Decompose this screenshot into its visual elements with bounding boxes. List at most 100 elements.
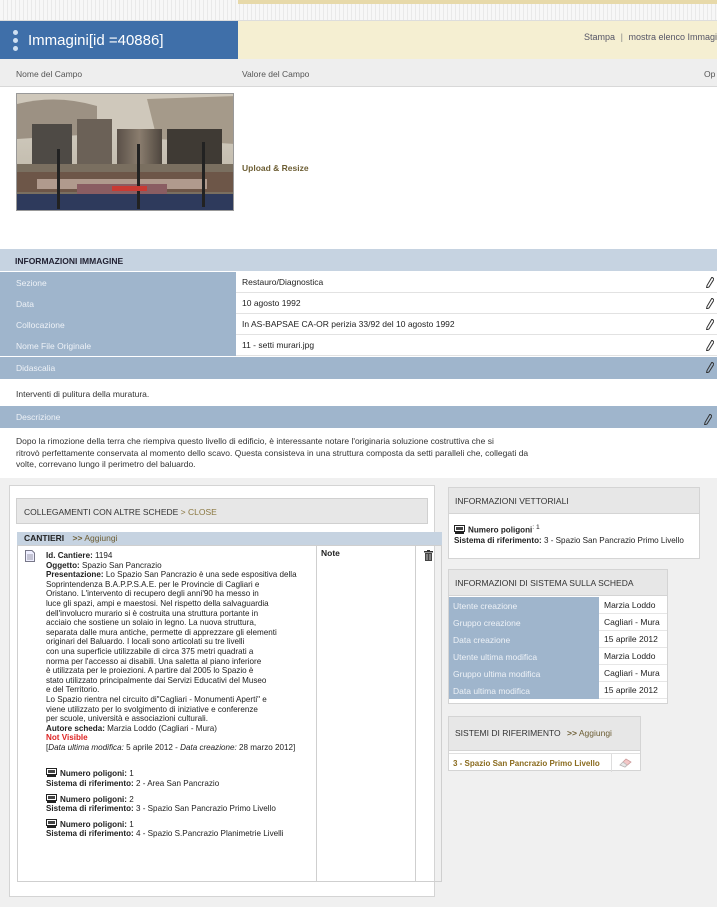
presentazione-line: Lo Spazio rientra nel circuito di"Caglia… bbox=[46, 694, 267, 704]
system-value: Marzia Loddo bbox=[604, 651, 656, 661]
visibility-status: Not Visible bbox=[46, 733, 88, 743]
reference-system-link[interactable]: 3 - Spazio San Pancrazio Primo Livello bbox=[453, 759, 600, 768]
system-info-panel: INFORMAZIONI DI SISTEMA SULLA SCHEDA Ute… bbox=[448, 569, 668, 704]
image-thumbnail[interactable] bbox=[16, 93, 234, 211]
show-list-link[interactable]: mostra elenco Immagi bbox=[628, 32, 717, 42]
vector-ref: 3 - Spazio San Pancrazio Primo Livello bbox=[543, 535, 684, 545]
close-link[interactable]: CLOSE bbox=[188, 507, 217, 517]
descrizione-text: Dopo la rimozione della terra che riempi… bbox=[16, 436, 556, 471]
polygon-icon bbox=[46, 793, 57, 803]
system-row: Data ultima modifica 15 aprile 2012 bbox=[449, 682, 667, 699]
system-row: Utente creazione Marzia Loddo bbox=[449, 597, 667, 614]
oggetto-label: Oggetto: bbox=[46, 560, 80, 570]
menu-dots-icon[interactable] bbox=[13, 27, 19, 54]
info-value: 11 - setti murari.jpg bbox=[242, 340, 315, 350]
info-label: Collocazione bbox=[0, 314, 236, 335]
system-label: Data ultima modifica bbox=[449, 682, 599, 699]
presentazione-line: luce gli spazi, ampi e maestosi. Nel ris… bbox=[46, 598, 269, 608]
vector-info-panel: INFORMAZIONI VETTORIALI Numero poligoni:… bbox=[448, 487, 700, 559]
ultima-mod-label: Data ultima modifica: bbox=[48, 742, 124, 752]
links-title: COLLEGAMENTI CON ALTRE SCHEDE bbox=[24, 507, 179, 517]
polygon-count: 1 bbox=[129, 769, 134, 779]
reference-add-link[interactable]: Aggiungi bbox=[579, 728, 612, 738]
info-value: In AS-BAPSAE CA-OR perizia 33/92 del 10 … bbox=[242, 319, 455, 329]
polygon-ref-label: Sistema di riferimento: bbox=[46, 829, 134, 839]
polygon-count: 2 bbox=[129, 794, 134, 804]
presentazione-line: per scuole, università e associazioni cu… bbox=[46, 714, 208, 724]
system-label: Utente ultima modifica bbox=[449, 648, 599, 665]
trash-icon[interactable] bbox=[424, 550, 433, 561]
header-accent bbox=[238, 0, 717, 4]
polygon-count-label: Numero poligoni: bbox=[60, 819, 127, 829]
pencil-icon[interactable] bbox=[706, 277, 714, 288]
cantieri-add-link[interactable]: Aggiungi bbox=[84, 533, 117, 543]
eraser-icon[interactable] bbox=[619, 758, 632, 768]
image-row: Upload & Resize bbox=[0, 87, 717, 248]
presentazione-line: norma per l'accesso ai disabili. Una sal… bbox=[46, 656, 262, 666]
creazione-label: Data creazione: bbox=[180, 742, 237, 752]
system-value: 15 aprile 2012 bbox=[604, 685, 658, 695]
reference-system-item: 3 - Spazio San Pancrazio Primo Livello bbox=[449, 753, 640, 772]
system-label: Gruppo ultima modifica bbox=[449, 665, 599, 682]
pencil-icon[interactable] bbox=[706, 340, 714, 351]
column-field-value: Valore del Campo bbox=[242, 69, 310, 79]
presentazione-line: è utilizzata per le proiezioni. A partir… bbox=[46, 666, 254, 676]
reference-systems-panel: SISTEMI DI RIFERIMENTO >> Aggiungi 3 - S… bbox=[448, 716, 641, 772]
pencil-icon[interactable] bbox=[704, 414, 712, 425]
polygon-icon bbox=[46, 768, 57, 778]
descrizione-label: Descrizione bbox=[0, 406, 717, 428]
info-row-sezione: Sezione Restauro/Diagnostica bbox=[0, 272, 717, 293]
presentazione-line: e del Territorio. bbox=[46, 685, 100, 695]
presentazione-first-line: Lo Spazio San Pancrazio è una sede espos… bbox=[105, 570, 297, 580]
presentazione-line: stato utilizzato principalmente dai Serv… bbox=[46, 675, 267, 685]
pencil-icon[interactable] bbox=[706, 319, 714, 330]
system-value: Marzia Loddo bbox=[604, 600, 656, 610]
action-bar: Stampa | mostra elenco Immagi bbox=[238, 21, 717, 59]
info-value: Restauro/Diagnostica bbox=[242, 277, 324, 287]
links-panel: COLLEGAMENTI CON ALTRE SCHEDE > CLOSE CA… bbox=[9, 485, 442, 897]
polygon-ref: 3 - Spazio San Pancrazio Primo Livello bbox=[135, 804, 276, 814]
column-divider bbox=[415, 546, 416, 881]
pencil-icon[interactable] bbox=[706, 362, 714, 373]
system-value: Cagliari - Mura bbox=[604, 668, 660, 678]
vector-count: : 1 bbox=[532, 524, 540, 531]
creazione-value: 28 marzo 2012 bbox=[239, 742, 294, 752]
didascalia-label: Didascalia bbox=[0, 357, 717, 379]
descrizione-line: volte, correvano lungo il perimetro del … bbox=[16, 459, 196, 469]
note-column-label: Note bbox=[321, 548, 340, 558]
upload-resize-link[interactable]: Upload & Resize bbox=[242, 163, 309, 173]
info-row-collocazione: Collocazione In AS-BAPSAE CA-OR perizia … bbox=[0, 314, 717, 335]
info-label: Sezione bbox=[0, 272, 236, 293]
info-section-title: INFORMAZIONI IMMAGINE bbox=[0, 249, 717, 271]
print-link[interactable]: Stampa bbox=[584, 32, 615, 42]
system-row: Gruppo ultima modifica Cagliari - Mura bbox=[449, 665, 667, 682]
presentazione-line: acciaio che sostiene un solaio in legno.… bbox=[46, 618, 257, 628]
pencil-icon[interactable] bbox=[706, 298, 714, 309]
presentazione-line: dell'involucro murario si è costruita un… bbox=[46, 608, 259, 618]
autore-value: Marzia Loddo (Cagliari - Mura) bbox=[107, 723, 217, 733]
system-row: Utente ultima modifica Marzia Loddo bbox=[449, 648, 667, 665]
document-icon[interactable] bbox=[25, 550, 35, 562]
system-row: Gruppo creazione Cagliari - Mura bbox=[449, 614, 667, 631]
presentazione-line: originari del Baluardo. I locali sono ar… bbox=[46, 637, 245, 647]
cantiere-details: Id. Cantiere: 1194 Oggetto: Spazio San P… bbox=[46, 551, 314, 839]
polygon-ref: 4 - Spazio S.Pancrazio Planimetrie Livel… bbox=[135, 829, 284, 839]
page-title: Immagini[id =40886] bbox=[28, 31, 164, 49]
descrizione-label-text: Descrizione bbox=[16, 412, 61, 422]
oggetto-value: Spazio San Pancrazio bbox=[81, 560, 162, 570]
polygon-icon bbox=[454, 524, 465, 534]
system-label: Utente creazione bbox=[449, 597, 599, 614]
column-divider bbox=[316, 546, 317, 881]
links-arrow: > bbox=[180, 507, 186, 517]
info-row-nome-file: Nome File Originale 11 - setti murari.jp… bbox=[0, 335, 717, 356]
system-value: Cagliari - Mura bbox=[604, 617, 660, 627]
presentazione-label: Presentazione: bbox=[46, 570, 104, 580]
date-dash: - bbox=[175, 742, 178, 752]
cantiere-entry: Note Id. Cantiere: 1194 Oggetto: Spazio … bbox=[17, 545, 442, 882]
autore-label: Autore scheda: bbox=[46, 723, 105, 733]
presentazione-line: Oristano. L'intervento di recupero degli… bbox=[46, 589, 259, 599]
system-label: Gruppo creazione bbox=[449, 614, 599, 631]
column-divider bbox=[611, 754, 612, 772]
system-row: Data creazione 15 aprile 2012 bbox=[449, 631, 667, 648]
id-label: Id. Cantiere: bbox=[46, 551, 93, 560]
